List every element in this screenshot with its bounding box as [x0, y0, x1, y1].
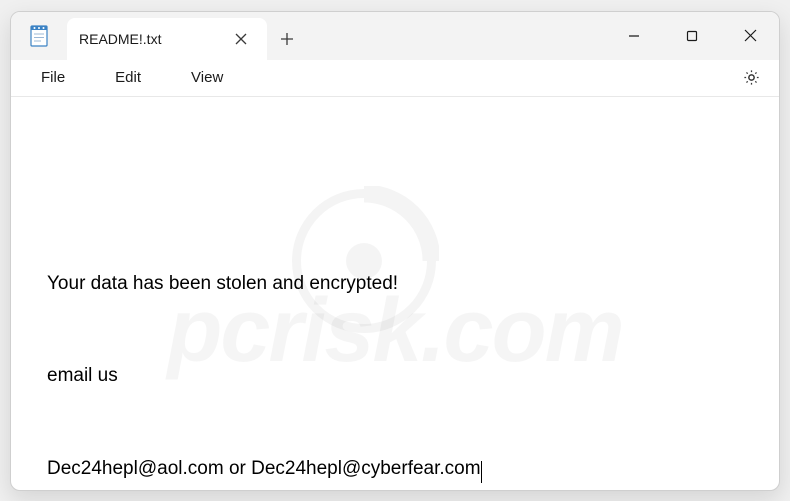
close-window-button[interactable] [721, 12, 779, 60]
new-tab-button[interactable] [267, 18, 307, 60]
gear-icon [742, 68, 761, 87]
menu-view[interactable]: View [169, 63, 245, 92]
text-line-2: email us [47, 365, 118, 386]
menubar: File Edit View [11, 60, 779, 97]
window-controls [605, 12, 779, 60]
watermark-text: pcrisk.com [167, 223, 622, 439]
close-icon [744, 29, 757, 42]
maximize-icon [686, 30, 698, 42]
close-icon [235, 33, 247, 45]
text-editor-area[interactable]: pcrisk.com Your data has been stolen and… [11, 97, 779, 491]
menu-file[interactable]: File [19, 63, 87, 92]
minimize-icon [628, 30, 640, 42]
file-tab[interactable]: README!.txt [67, 18, 267, 60]
plus-icon [280, 32, 294, 46]
text-line-3: Dec24hepl@aol.com or Dec24hepl@cyberfear… [47, 458, 481, 479]
notepad-icon [28, 25, 50, 47]
maximize-button[interactable] [663, 12, 721, 60]
tab-title: README!.txt [79, 31, 161, 47]
tab-close-button[interactable] [227, 25, 255, 53]
app-icon [11, 12, 67, 60]
titlebar: README!.txt [11, 12, 779, 60]
menu-edit[interactable]: Edit [93, 63, 163, 92]
watermark-icon [289, 186, 439, 336]
minimize-button[interactable] [605, 12, 663, 60]
text-cursor [481, 461, 482, 483]
settings-button[interactable] [731, 60, 771, 96]
notepad-window: README!.txt [10, 11, 780, 491]
text-line-1: Your data has been stolen and encrypted! [47, 273, 398, 294]
